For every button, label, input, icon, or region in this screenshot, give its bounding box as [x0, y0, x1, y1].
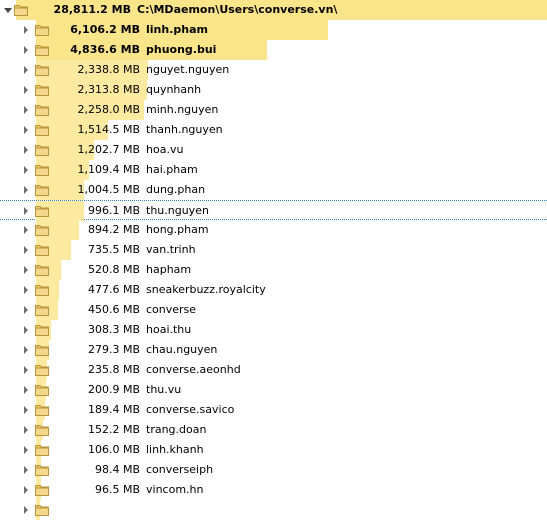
- folder-size: 279.3 MB: [87, 343, 140, 356]
- folder-row[interactable]: 894.2 MB hong.pham: [0, 220, 547, 240]
- folder-name: converse: [146, 303, 197, 316]
- folder-name: dung.phan: [146, 183, 206, 196]
- folder-size: 235.8 MB: [87, 363, 140, 376]
- folder-row[interactable]: 279.3 MB chau.nguyen: [0, 340, 547, 360]
- folder-size: 1,202.7 MB: [77, 143, 140, 156]
- folder-name: phuong.bui: [146, 43, 217, 56]
- folder-row[interactable]: 1,202.7 MB hoa.vu: [0, 140, 547, 160]
- folder-name: hoa.vu: [146, 143, 184, 156]
- folder-row[interactable]: 2,338.8 MB nguyet.nguyen: [0, 60, 547, 80]
- folder-row[interactable]: 4,836.6 MB phuong.bui: [0, 40, 547, 60]
- folder-size: 200.9 MB: [87, 383, 140, 396]
- folder-row[interactable]: 735.5 MB van.trinh: [0, 240, 547, 260]
- folder-size: 1,109.4 MB: [77, 163, 140, 176]
- root-size: 28,811.2 MB: [53, 3, 131, 16]
- folder-row[interactable]: 98.4 MB converseiph: [0, 460, 547, 480]
- folder-row[interactable]: 235.8 MB converse.aeonhd: [0, 360, 547, 380]
- folder-name: converseiph: [146, 463, 214, 476]
- folder-size: 2,258.0 MB: [77, 103, 140, 116]
- folder-size: 1,514.5 MB: [77, 123, 140, 136]
- folder-size: 477.6 MB: [87, 283, 140, 296]
- folder-size: 2,313.8 MB: [77, 83, 140, 96]
- folder-size: 98.4 MB: [94, 463, 140, 476]
- folder-row[interactable]: 1,514.5 MB thanh.nguyen: [0, 120, 547, 140]
- root-path: C:\MDaemon\Users\converse.vn\: [137, 3, 338, 16]
- folder-row[interactable]: 152.2 MB trang.doan: [0, 420, 547, 440]
- folder-size: 735.5 MB: [87, 243, 140, 256]
- folder-size: 520.8 MB: [87, 263, 140, 276]
- chevron-right-icon[interactable]: [24, 506, 28, 514]
- folder-name: trang.doan: [146, 423, 207, 436]
- folder-size: 996.1 MB: [87, 204, 140, 217]
- folder-name: hapham: [146, 263, 192, 276]
- folder-row[interactable]: 450.6 MB converse: [0, 300, 547, 320]
- folder-row[interactable]: 2,313.8 MB quynhanh: [0, 80, 547, 100]
- folder-size: 894.2 MB: [87, 223, 140, 236]
- folder-name: chau.nguyen: [146, 343, 218, 356]
- folder-size: 1,004.5 MB: [77, 183, 140, 196]
- folder-row[interactable]: 2,258.0 MB minh.nguyen: [0, 100, 547, 120]
- folder-name: thu.nguyen: [146, 204, 209, 217]
- folder-size: 450.6 MB: [87, 303, 140, 316]
- folder-size: 2,338.8 MB: [77, 63, 140, 76]
- folder-size: 152.2 MB: [87, 423, 140, 436]
- root-folder-row[interactable]: 28,811.2 MB C:\MDaemon\Users\converse.vn…: [0, 0, 547, 20]
- folder-name: minh.nguyen: [146, 103, 219, 116]
- folder-row[interactable]: 6,106.2 MB linh.pham: [0, 20, 547, 40]
- folder-row[interactable]: [0, 500, 547, 520]
- folder-row[interactable]: 106.0 MB linh.khanh: [0, 440, 547, 460]
- folder-name: converse.savico: [146, 403, 235, 416]
- folder-row[interactable]: 308.3 MB hoai.thu: [0, 320, 547, 340]
- folder-size-tree[interactable]: 28,811.2 MB C:\MDaemon\Users\converse.vn…: [0, 0, 547, 520]
- folder-size: 96.5 MB: [94, 483, 140, 496]
- folder-name: thanh.nguyen: [146, 123, 223, 136]
- folder-row[interactable]: 520.8 MB hapham: [0, 260, 547, 280]
- folder-name: van.trinh: [146, 243, 196, 256]
- folder-size: 106.0 MB: [87, 443, 140, 456]
- folder-name: linh.pham: [146, 23, 208, 36]
- folder-row[interactable]: 189.4 MB converse.savico: [0, 400, 547, 420]
- folder-icon: [35, 505, 49, 516]
- folder-row[interactable]: 1,004.5 MB dung.phan: [0, 180, 547, 200]
- folder-size: 308.3 MB: [87, 323, 140, 336]
- folder-row[interactable]: 200.9 MB thu.vu: [0, 380, 547, 400]
- folder-name: converse.aeonhd: [146, 363, 241, 376]
- folder-row[interactable]: 96.5 MB vincom.hn: [0, 480, 547, 500]
- folder-size: 4,836.6 MB: [70, 43, 140, 56]
- folder-name: hoai.thu: [146, 323, 192, 336]
- folder-name: hong.pham: [146, 223, 209, 236]
- folder-name: quynhanh: [146, 83, 202, 96]
- folder-row[interactable]: 477.6 MB sneakerbuzz.royalcity: [0, 280, 547, 300]
- folder-row[interactable]: 1,109.4 MB hai.pham: [0, 160, 547, 180]
- folder-name: hai.pham: [146, 163, 198, 176]
- folder-row[interactable]: 996.1 MB thu.nguyen: [0, 200, 547, 221]
- folder-size: 6,106.2 MB: [70, 23, 140, 36]
- folder-name: thu.vu: [146, 383, 182, 396]
- folder-name: sneakerbuzz.royalcity: [146, 283, 266, 296]
- folder-name: nguyet.nguyen: [146, 63, 230, 76]
- folder-name: vincom.hn: [146, 483, 204, 496]
- folder-size: 189.4 MB: [87, 403, 140, 416]
- folder-name: linh.khanh: [146, 443, 204, 456]
